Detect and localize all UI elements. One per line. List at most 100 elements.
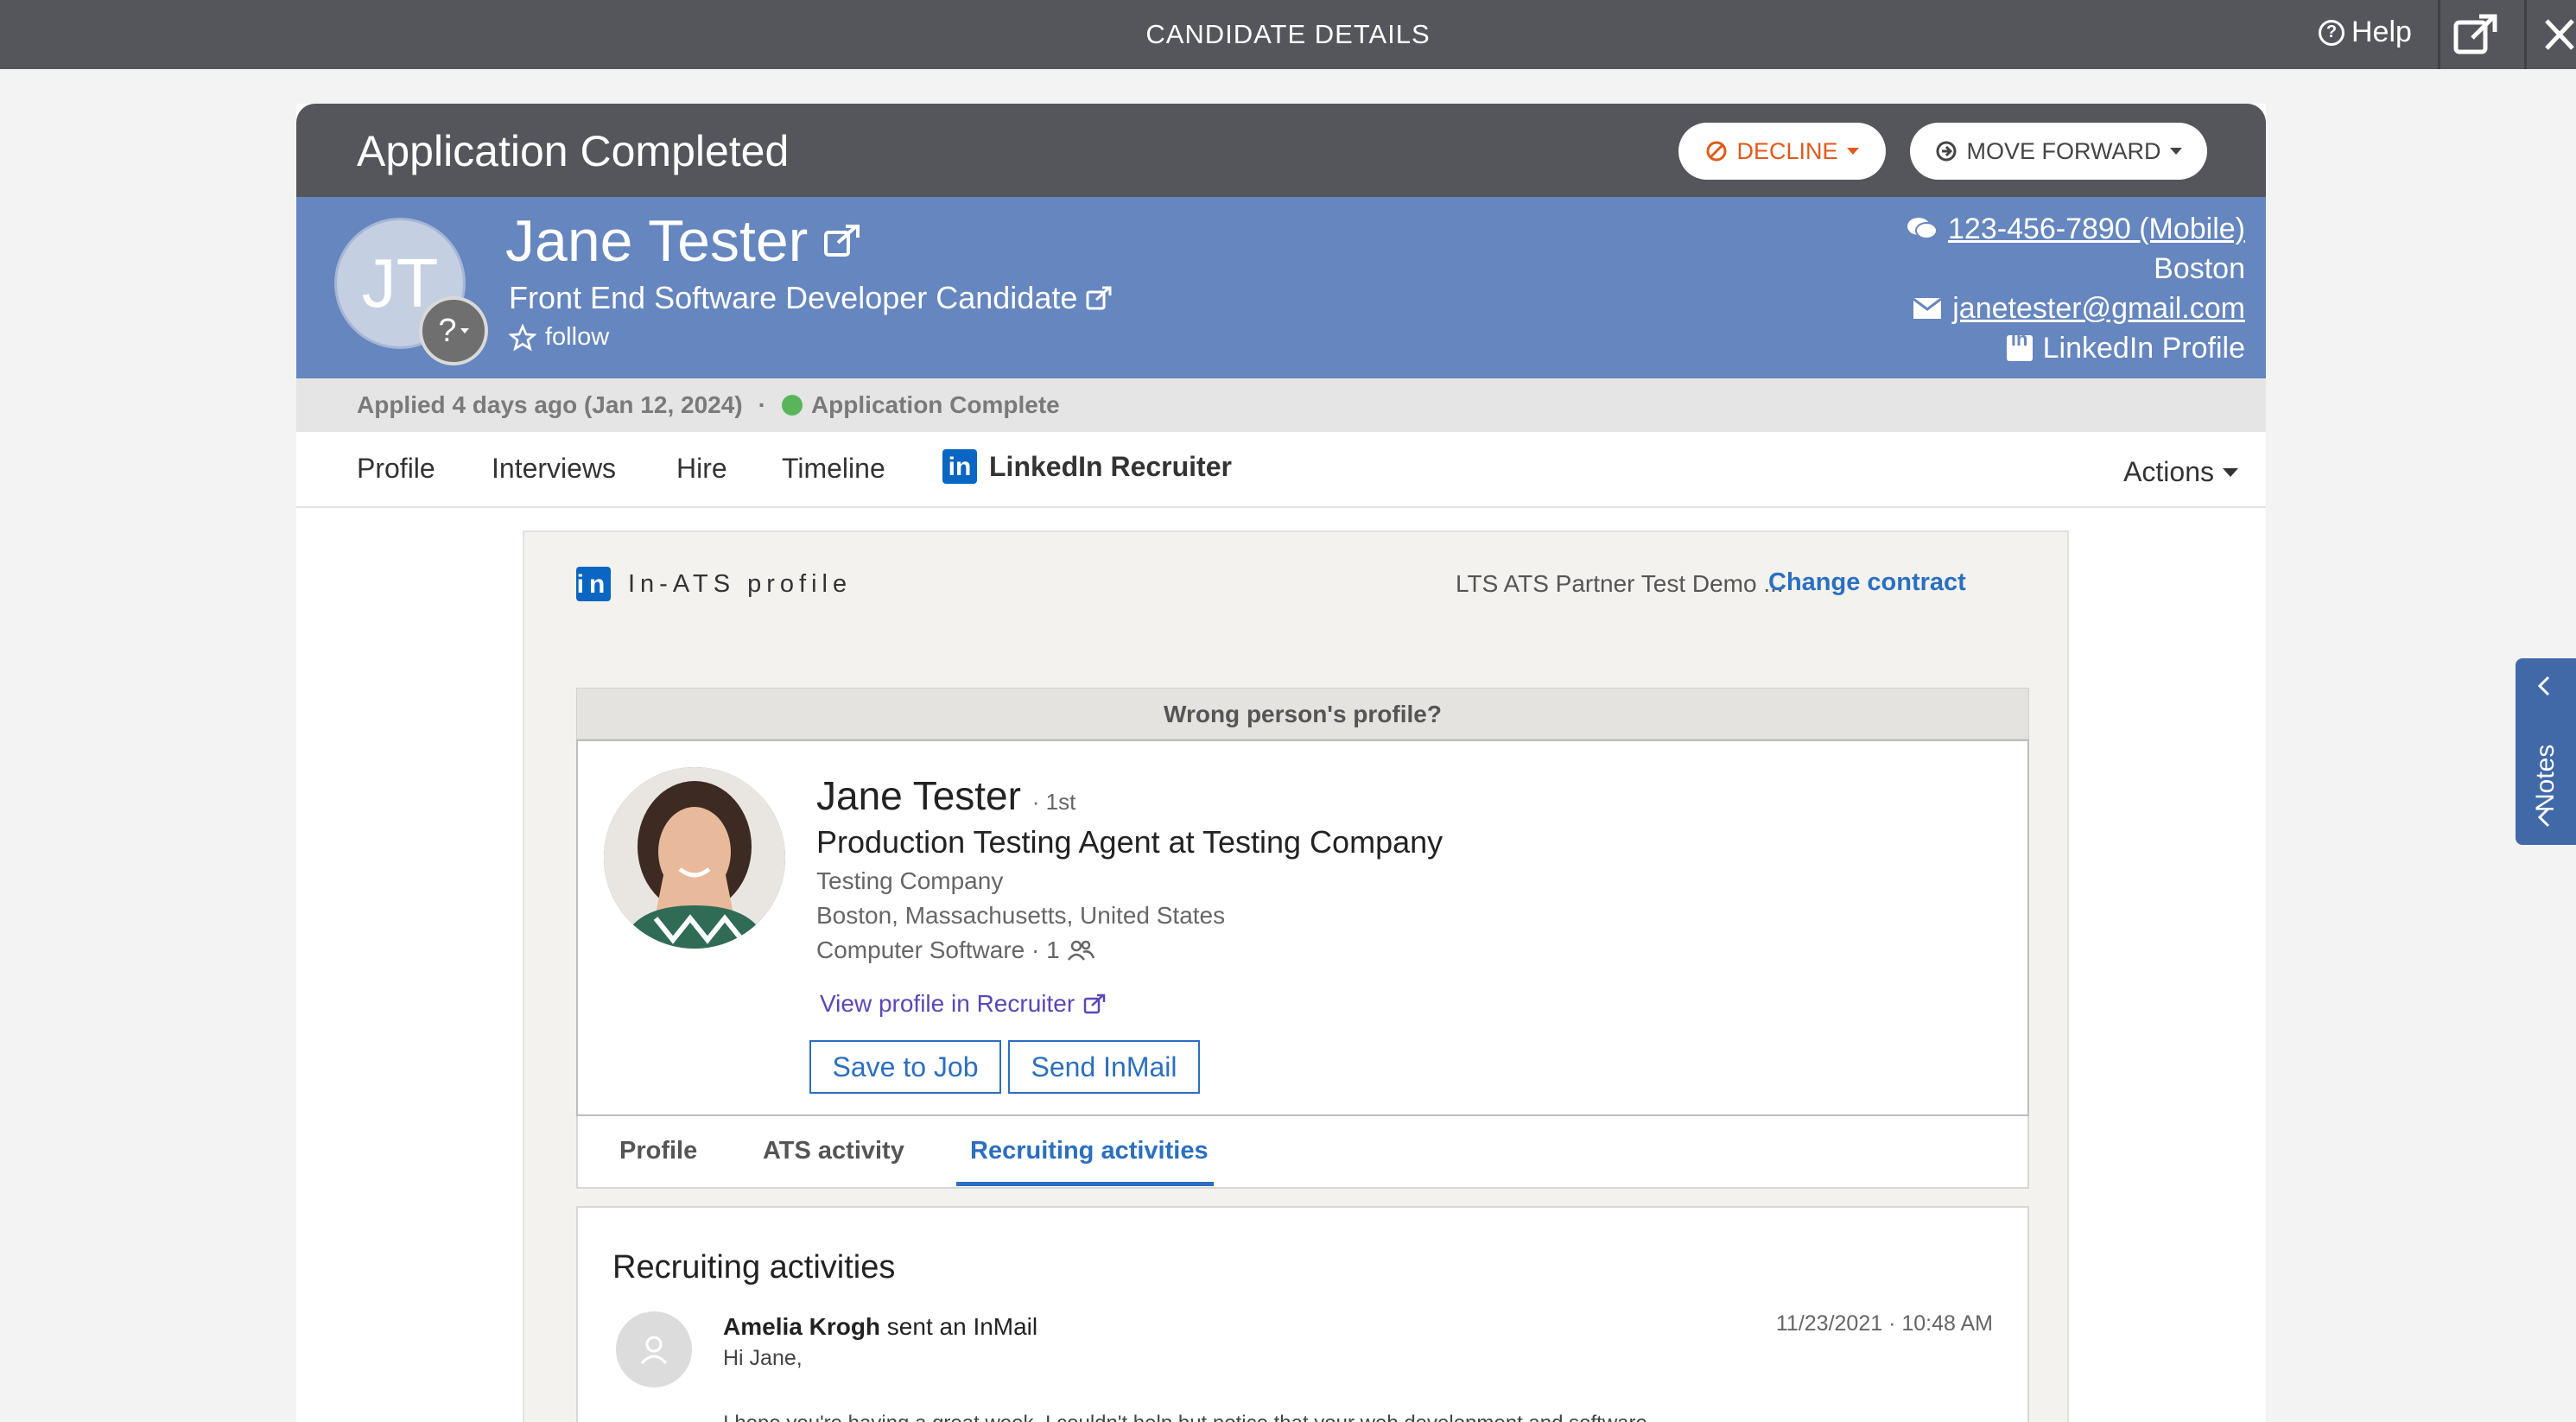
subtab-recruiting-activities[interactable]: Recruiting activities	[970, 1137, 1209, 1165]
candidate-role-link[interactable]: Front End Software Developer Candidate	[509, 280, 1112, 316]
activity-sender[interactable]: Amelia Krogh	[723, 1313, 880, 1340]
connections-icon	[1067, 940, 1094, 961]
actions-label: Actions	[2123, 456, 2214, 487]
help-icon: ?	[2319, 19, 2344, 46]
linkedin-icon: in	[2006, 328, 2033, 361]
view-in-recruiter-link[interactable]: View profile in Recruiter	[820, 990, 1106, 1018]
change-contract-link[interactable]: Change contract	[1768, 568, 1966, 597]
contract-name: LTS ATS Partner Test Demo ...	[1456, 570, 1784, 597]
move-forward-button[interactable]: MOVE FORWARD	[1910, 123, 2207, 180]
in-ats-profile-label: In-ATS profile	[628, 569, 853, 598]
follow-label: follow	[545, 323, 610, 351]
profile-headline: Production Testing Agent at Testing Comp…	[816, 824, 1443, 860]
applied-date: Applied 4 days ago (Jan 12, 2024)	[357, 391, 743, 418]
external-link-icon	[2453, 14, 2497, 54]
subtab-profile[interactable]: Profile	[619, 1137, 697, 1165]
sender-avatar	[616, 1311, 692, 1387]
linkedin-profile-link[interactable]: in LinkedIn Profile	[1907, 328, 2245, 368]
actions-dropdown[interactable]: Actions	[2123, 456, 2238, 488]
linkedin-panel: in In-ATS profile LTS ATS Partner Test D…	[523, 530, 2069, 1422]
divider	[2438, 0, 2440, 69]
external-link-icon	[1083, 993, 1106, 1014]
linkedin-icon: in	[576, 567, 611, 601]
contact-info: 123-456-7890 (Mobile) Boston janetester@…	[1907, 209, 2245, 368]
candidate-card: Application Completed DECLINE MOVE FORWA…	[296, 104, 2266, 1422]
close-icon	[2545, 19, 2574, 50]
window-title: CANDIDATE DETAILS	[1145, 19, 1431, 49]
caret-down-icon	[2223, 467, 2238, 477]
candidate-name-link[interactable]: Jane Tester	[505, 207, 861, 275]
chat-icon	[1907, 218, 1938, 239]
candidate-role: Front End Software Developer Candidate	[509, 280, 1078, 315]
phone-link[interactable]: 123-456-7890 (Mobile)	[1948, 209, 2245, 249]
popout-button[interactable]	[2453, 14, 2498, 60]
candidate-city: Boston	[2154, 252, 2245, 285]
separator-dot: ·	[758, 391, 766, 418]
in-ats-profile-header: in In-ATS profile	[576, 567, 852, 601]
decline-label: DECLINE	[1736, 137, 1838, 164]
star-icon	[509, 323, 536, 352]
tab-linkedin-label: LinkedIn Recruiter	[989, 450, 1232, 482]
profile-company: Testing Company	[816, 867, 1004, 894]
status-dot-icon	[781, 395, 803, 416]
follow-button[interactable]: follow	[509, 323, 609, 352]
arrow-right-circle-icon	[1936, 141, 1957, 162]
application-status: Application Complete	[810, 391, 1060, 418]
notes-label: Notes	[2531, 744, 2560, 812]
application-status-title: Application Completed	[357, 127, 790, 175]
external-link-icon	[824, 225, 860, 257]
person-icon	[640, 1336, 668, 1365]
save-to-job-button[interactable]: Save to Job	[809, 1040, 1001, 1094]
active-tab-indicator	[956, 1182, 1214, 1186]
linkedin-subtabs: Profile ATS activity Recruiting activiti…	[576, 1116, 2029, 1189]
chevron-left-icon	[2537, 807, 2550, 828]
chevron-left-icon	[2537, 676, 2550, 696]
caret-down-icon	[460, 328, 469, 333]
candidate-tabs: Profile Interviews Hire Timeline in Link…	[296, 432, 2266, 508]
caret-down-icon	[2169, 148, 2182, 155]
divider	[2524, 0, 2527, 69]
linkedin-profile-label: LinkedIn Profile	[2042, 332, 2245, 365]
envelope-icon	[1913, 297, 1943, 319]
help-button[interactable]: ? Help	[2319, 16, 2412, 49]
profile-name: Jane Tester	[816, 773, 1021, 818]
card-header: Application Completed DECLINE MOVE FORWA…	[296, 104, 2266, 197]
top-bar: CANDIDATE DETAILS ? Help	[0, 0, 2576, 69]
badge-label: ?	[438, 312, 457, 349]
caret-down-icon	[1846, 148, 1859, 155]
linkedin-profile-card: Jane Tester · 1st Production Testing Age…	[576, 740, 2029, 1116]
activity-summary: Amelia Krogh sent an InMail	[723, 1313, 1037, 1341]
close-button[interactable]	[2543, 14, 2576, 60]
tab-interviews[interactable]: Interviews	[492, 453, 616, 485]
profile-industry-row: Computer Software · 1	[816, 936, 1094, 964]
avatar-status-dropdown[interactable]: ?	[419, 296, 488, 365]
application-info-bar: Applied 4 days ago (Jan 12, 2024) · Appl…	[296, 378, 2266, 432]
ban-icon	[1706, 141, 1727, 162]
wrong-profile-link[interactable]: Wrong person's profile?	[576, 688, 2029, 740]
activity-action: sent an InMail	[880, 1313, 1038, 1340]
tab-hire[interactable]: Hire	[676, 453, 727, 485]
tab-linkedin-recruiter[interactable]: in LinkedIn Recruiter	[942, 449, 1232, 484]
activity-timestamp: 11/23/2021 · 10:48 AM	[1775, 1311, 1993, 1336]
subtab-ats-activity[interactable]: ATS activity	[763, 1137, 904, 1165]
profile-name-row: Jane Tester · 1st	[816, 772, 1075, 819]
message-body: I hope you're having a great week. I cou…	[723, 1412, 1647, 1422]
view-in-recruiter-label: View profile in Recruiter	[820, 990, 1075, 1017]
decline-button[interactable]: DECLINE	[1678, 123, 1886, 180]
tab-timeline[interactable]: Timeline	[782, 453, 885, 485]
recruiting-activities-title: Recruiting activities	[612, 1249, 896, 1286]
help-label: Help	[2351, 16, 2412, 48]
message-greeting: Hi Jane,	[723, 1346, 803, 1370]
recruiting-activities-section: Recruiting activities Amelia Krogh sent …	[576, 1206, 2029, 1422]
external-link-icon	[1086, 286, 1112, 310]
send-inmail-button[interactable]: Send InMail	[1008, 1040, 1200, 1094]
profile-industry: Computer Software · 1	[816, 936, 1060, 963]
profile-photo	[604, 767, 785, 949]
candidate-name: Jane Tester	[505, 208, 809, 274]
notes-side-tab[interactable]: Notes	[2516, 658, 2576, 845]
profile-location: Boston, Massachusetts, United States	[816, 902, 1226, 929]
move-forward-label: MOVE FORWARD	[1966, 137, 2161, 164]
email-link[interactable]: janetester@gmail.com	[1952, 289, 2245, 328]
tab-profile[interactable]: Profile	[357, 453, 435, 485]
candidate-band: JT ? Jane Tester Front End Software Deve…	[296, 197, 2266, 378]
